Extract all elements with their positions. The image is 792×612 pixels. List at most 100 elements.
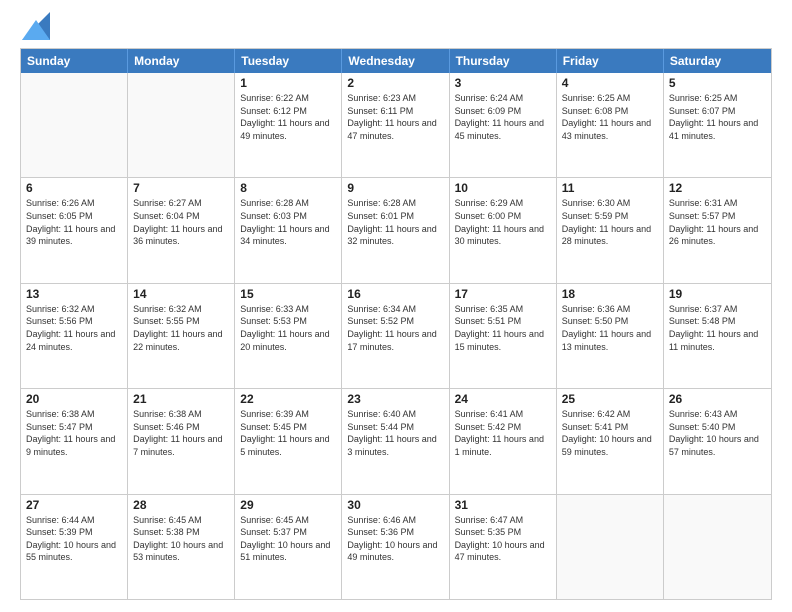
- day-number: 20: [26, 392, 122, 406]
- calendar-cell: 14 Sunrise: 6:32 AM Sunset: 5:55 PM Dayli…: [128, 284, 235, 388]
- calendar-cell: 6 Sunrise: 6:26 AM Sunset: 6:05 PM Daylig…: [21, 178, 128, 282]
- day-number: 30: [347, 498, 443, 512]
- calendar-cell: 28Sunrise: 6:45 AM Sunset: 5:38 PM Dayli…: [128, 495, 235, 599]
- calendar-cell: [21, 73, 128, 177]
- day-info: Sunrise: 6:45 AM Sunset: 5:38 PM Dayligh…: [133, 514, 229, 564]
- day-info: Sunrise: 6:34 AM Sunset: 5:52 PM Dayligh…: [347, 303, 443, 353]
- calendar-row-2: 6 Sunrise: 6:26 AM Sunset: 6:05 PM Daylig…: [21, 177, 771, 282]
- calendar-cell: 1Sunrise: 6:22 AM Sunset: 6:12 PM Daylig…: [235, 73, 342, 177]
- day-number: 7: [133, 181, 229, 195]
- day-number: 15: [240, 287, 336, 301]
- calendar-cell: 16 Sunrise: 6:34 AM Sunset: 5:52 PM Dayli…: [342, 284, 449, 388]
- calendar-cell: 12 Sunrise: 6:31 AM Sunset: 5:57 PM Dayli…: [664, 178, 771, 282]
- calendar: SundayMondayTuesdayWednesdayThursdayFrid…: [20, 48, 772, 600]
- day-info: Sunrise: 6:31 AM Sunset: 5:57 PM Dayligh…: [669, 197, 766, 247]
- day-number: 11: [562, 181, 658, 195]
- day-number: 4: [562, 76, 658, 90]
- calendar-cell: 4 Sunrise: 6:25 AM Sunset: 6:08 PM Daylig…: [557, 73, 664, 177]
- day-info: Sunrise: 6:25 AM Sunset: 6:07 PM Dayligh…: [669, 92, 766, 142]
- calendar-cell: 2Sunrise: 6:23 AM Sunset: 6:11 PM Daylig…: [342, 73, 449, 177]
- header-cell-saturday: Saturday: [664, 49, 771, 73]
- calendar-cell: 11 Sunrise: 6:30 AM Sunset: 5:59 PM Dayli…: [557, 178, 664, 282]
- day-info: Sunrise: 6:40 AM Sunset: 5:44 PM Dayligh…: [347, 408, 443, 458]
- calendar-cell: 7 Sunrise: 6:27 AM Sunset: 6:04 PM Daylig…: [128, 178, 235, 282]
- logo-area: [20, 16, 50, 40]
- calendar-cell: 22Sunrise: 6:39 AM Sunset: 5:45 PM Dayli…: [235, 389, 342, 493]
- day-info: Sunrise: 6:39 AM Sunset: 5:45 PM Dayligh…: [240, 408, 336, 458]
- calendar-cell: [664, 495, 771, 599]
- day-info: Sunrise: 6:26 AM Sunset: 6:05 PM Dayligh…: [26, 197, 122, 247]
- day-info: Sunrise: 6:45 AM Sunset: 5:37 PM Dayligh…: [240, 514, 336, 564]
- day-number: 18: [562, 287, 658, 301]
- calendar-cell: 30Sunrise: 6:46 AM Sunset: 5:36 PM Dayli…: [342, 495, 449, 599]
- day-info: Sunrise: 6:33 AM Sunset: 5:53 PM Dayligh…: [240, 303, 336, 353]
- header-cell-wednesday: Wednesday: [342, 49, 449, 73]
- calendar-cell: 20Sunrise: 6:38 AM Sunset: 5:47 PM Dayli…: [21, 389, 128, 493]
- calendar-cell: 25Sunrise: 6:42 AM Sunset: 5:41 PM Dayli…: [557, 389, 664, 493]
- day-info: Sunrise: 6:30 AM Sunset: 5:59 PM Dayligh…: [562, 197, 658, 247]
- day-number: 16: [347, 287, 443, 301]
- calendar-cell: 13 Sunrise: 6:32 AM Sunset: 5:56 PM Dayli…: [21, 284, 128, 388]
- day-number: 8: [240, 181, 336, 195]
- day-number: 10: [455, 181, 551, 195]
- day-info: Sunrise: 6:28 AM Sunset: 6:03 PM Dayligh…: [240, 197, 336, 247]
- day-info: Sunrise: 6:24 AM Sunset: 6:09 PM Dayligh…: [455, 92, 551, 142]
- calendar-row-3: 13 Sunrise: 6:32 AM Sunset: 5:56 PM Dayli…: [21, 283, 771, 388]
- calendar-row-4: 20Sunrise: 6:38 AM Sunset: 5:47 PM Dayli…: [21, 388, 771, 493]
- day-number: 3: [455, 76, 551, 90]
- day-info: Sunrise: 6:36 AM Sunset: 5:50 PM Dayligh…: [562, 303, 658, 353]
- calendar-cell: 15 Sunrise: 6:33 AM Sunset: 5:53 PM Dayli…: [235, 284, 342, 388]
- day-number: 1: [240, 76, 336, 90]
- day-number: 19: [669, 287, 766, 301]
- day-number: 26: [669, 392, 766, 406]
- header-cell-friday: Friday: [557, 49, 664, 73]
- calendar-cell: 21 Sunrise: 6:38 AM Sunset: 5:46 PM Dayli…: [128, 389, 235, 493]
- day-info: Sunrise: 6:28 AM Sunset: 6:01 PM Dayligh…: [347, 197, 443, 247]
- day-number: 5: [669, 76, 766, 90]
- header-cell-monday: Monday: [128, 49, 235, 73]
- day-number: 12: [669, 181, 766, 195]
- day-number: 24: [455, 392, 551, 406]
- day-info: Sunrise: 6:29 AM Sunset: 6:00 PM Dayligh…: [455, 197, 551, 247]
- calendar-cell: 23 Sunrise: 6:40 AM Sunset: 5:44 PM Dayli…: [342, 389, 449, 493]
- day-number: 17: [455, 287, 551, 301]
- day-info: Sunrise: 6:32 AM Sunset: 5:56 PM Dayligh…: [26, 303, 122, 353]
- day-info: Sunrise: 6:37 AM Sunset: 5:48 PM Dayligh…: [669, 303, 766, 353]
- calendar-header: SundayMondayTuesdayWednesdayThursdayFrid…: [21, 49, 771, 73]
- header-cell-thursday: Thursday: [450, 49, 557, 73]
- day-number: 31: [455, 498, 551, 512]
- calendar-cell: 26 Sunrise: 6:43 AM Sunset: 5:40 PM Dayli…: [664, 389, 771, 493]
- calendar-cell: 9 Sunrise: 6:28 AM Sunset: 6:01 PM Daylig…: [342, 178, 449, 282]
- day-number: 6: [26, 181, 122, 195]
- day-info: Sunrise: 6:35 AM Sunset: 5:51 PM Dayligh…: [455, 303, 551, 353]
- calendar-cell: 24 Sunrise: 6:41 AM Sunset: 5:42 PM Dayli…: [450, 389, 557, 493]
- day-info: Sunrise: 6:25 AM Sunset: 6:08 PM Dayligh…: [562, 92, 658, 142]
- day-info: Sunrise: 6:41 AM Sunset: 5:42 PM Dayligh…: [455, 408, 551, 458]
- day-info: Sunrise: 6:38 AM Sunset: 5:46 PM Dayligh…: [133, 408, 229, 458]
- day-info: Sunrise: 6:27 AM Sunset: 6:04 PM Dayligh…: [133, 197, 229, 247]
- day-info: Sunrise: 6:32 AM Sunset: 5:55 PM Dayligh…: [133, 303, 229, 353]
- logo-icon: [22, 12, 50, 40]
- calendar-row-5: 27 Sunrise: 6:44 AM Sunset: 5:39 PM Dayli…: [21, 494, 771, 599]
- day-number: 27: [26, 498, 122, 512]
- calendar-cell: 18 Sunrise: 6:36 AM Sunset: 5:50 PM Dayli…: [557, 284, 664, 388]
- day-number: 2: [347, 76, 443, 90]
- day-number: 9: [347, 181, 443, 195]
- day-info: Sunrise: 6:43 AM Sunset: 5:40 PM Dayligh…: [669, 408, 766, 458]
- day-number: 29: [240, 498, 336, 512]
- day-info: Sunrise: 6:47 AM Sunset: 5:35 PM Dayligh…: [455, 514, 551, 564]
- day-number: 21: [133, 392, 229, 406]
- day-number: 23: [347, 392, 443, 406]
- calendar-cell: 10 Sunrise: 6:29 AM Sunset: 6:00 PM Dayli…: [450, 178, 557, 282]
- calendar-cell: 29 Sunrise: 6:45 AM Sunset: 5:37 PM Dayli…: [235, 495, 342, 599]
- day-number: 14: [133, 287, 229, 301]
- calendar-row-1: 1Sunrise: 6:22 AM Sunset: 6:12 PM Daylig…: [21, 73, 771, 177]
- calendar-cell: [557, 495, 664, 599]
- day-number: 13: [26, 287, 122, 301]
- day-info: Sunrise: 6:44 AM Sunset: 5:39 PM Dayligh…: [26, 514, 122, 564]
- calendar-cell: 27 Sunrise: 6:44 AM Sunset: 5:39 PM Dayli…: [21, 495, 128, 599]
- day-number: 25: [562, 392, 658, 406]
- header-cell-sunday: Sunday: [21, 49, 128, 73]
- calendar-cell: 8 Sunrise: 6:28 AM Sunset: 6:03 PM Daylig…: [235, 178, 342, 282]
- header: [20, 16, 772, 40]
